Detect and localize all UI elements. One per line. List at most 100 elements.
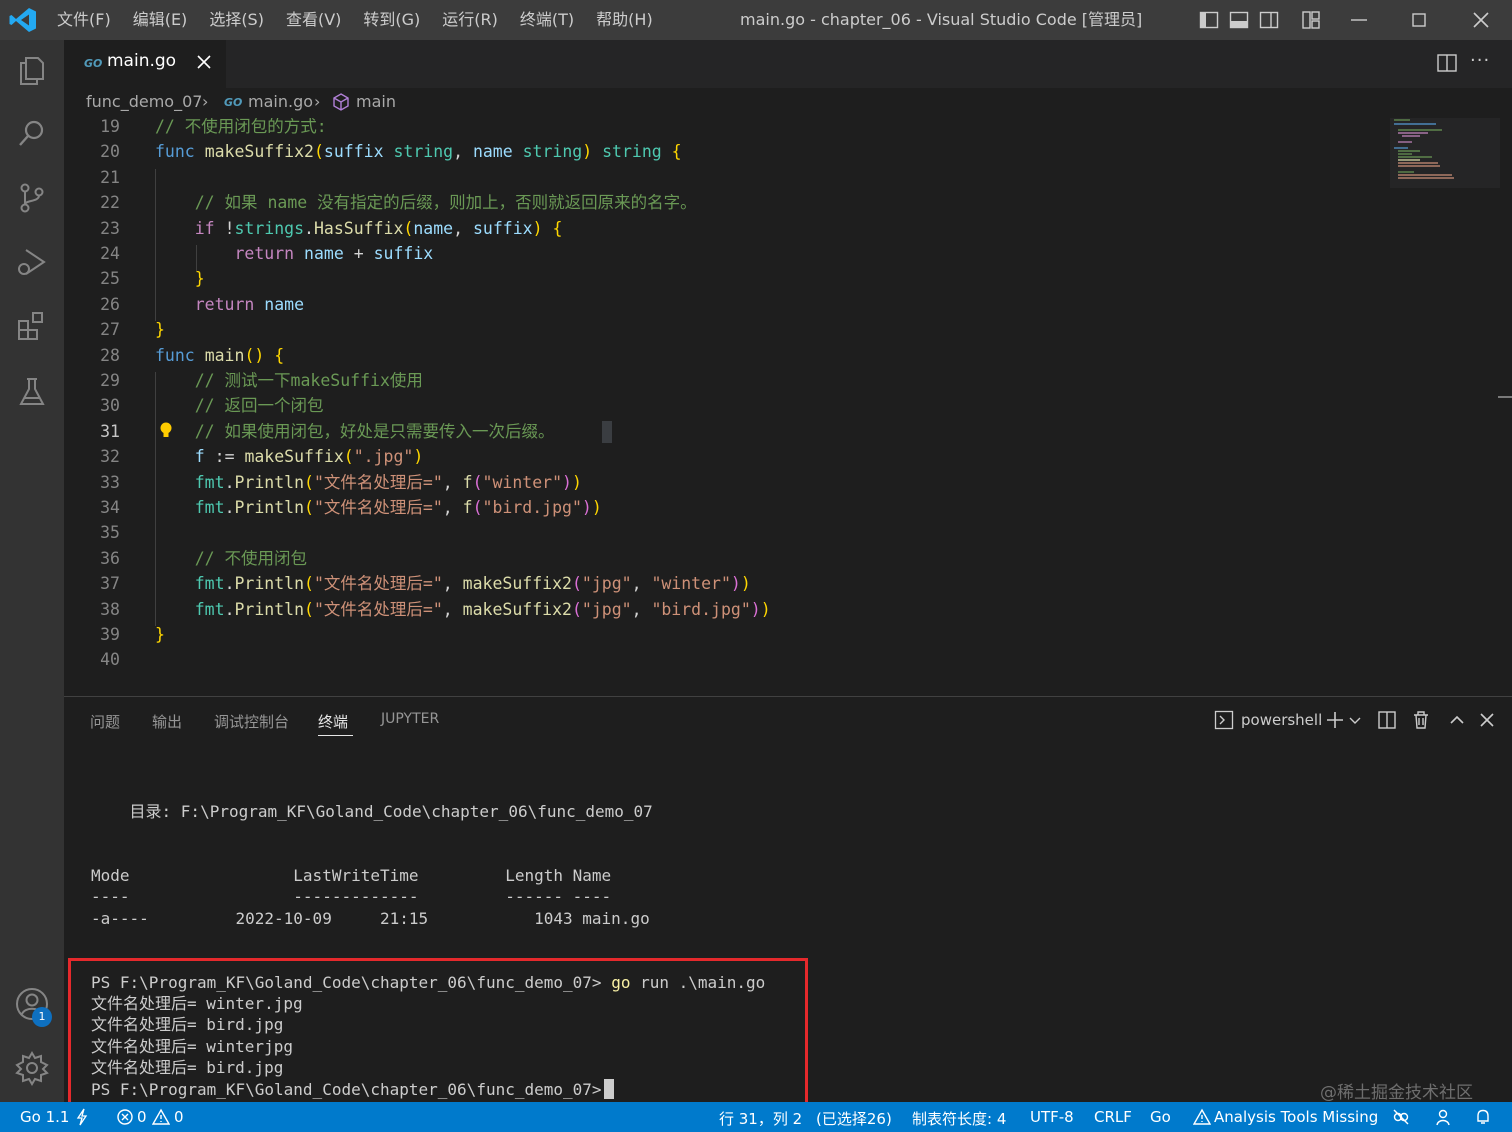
menu-edit[interactable]: 编辑(E) xyxy=(122,0,199,40)
line-number: 31 xyxy=(100,421,120,441)
testing-icon[interactable] xyxy=(14,374,50,410)
copilot-icon[interactable] xyxy=(1392,1108,1410,1126)
breadcrumb-file[interactable]: main.go xyxy=(248,92,313,111)
line-code: // 测试一下makeSuffix使用 xyxy=(194,371,423,390)
extensions-icon[interactable] xyxy=(14,308,50,344)
code-line: 20 func makeSuffix2(suffix string, name s… xyxy=(64,139,1384,164)
scrollbar-marker[interactable] xyxy=(1498,396,1512,398)
status-selection[interactable]: (已选择26) xyxy=(816,1108,892,1129)
split-editor-icon[interactable] xyxy=(1436,52,1458,74)
line-code: fmt.Println("文件名处理后=", makeSuffix2("jpg"… xyxy=(194,574,751,594)
terminal-cursor xyxy=(603,1079,614,1099)
line-code: // 不使用闭包的方式: xyxy=(155,118,327,136)
minimize-icon[interactable] xyxy=(1347,8,1371,32)
status-analysis-tools[interactable]: Analysis Tools Missing xyxy=(1214,1108,1378,1126)
error-icon xyxy=(117,1109,133,1125)
close-window-icon[interactable] xyxy=(1469,8,1493,32)
line-number: 35 xyxy=(100,523,120,543)
status-tab-size[interactable]: 制表符长度: 4 xyxy=(912,1108,1006,1129)
code-line: 37 fmt.Println("文件名处理后=", makeSuffix2("j… xyxy=(64,571,1384,596)
tab-problems[interactable]: 问题 xyxy=(90,711,120,732)
tab-debug-console[interactable]: 调试控制台 xyxy=(214,711,289,732)
toggle-primary-sidebar-icon[interactable] xyxy=(1199,10,1219,30)
split-terminal-icon[interactable] xyxy=(1376,709,1398,731)
menu-run[interactable]: 运行(R) xyxy=(431,0,509,40)
breadcrumb-symbol[interactable]: main xyxy=(356,92,396,111)
line-number: 26 xyxy=(100,294,120,314)
settings-gear-icon[interactable] xyxy=(14,1050,50,1086)
terminal-command-go: go xyxy=(611,973,631,992)
line-code: // 不使用闭包 xyxy=(194,548,308,568)
line-code: // 返回一个闭包 xyxy=(194,396,324,416)
lightbulb-icon[interactable] xyxy=(158,421,174,441)
maximize-panel-icon[interactable] xyxy=(1446,709,1468,731)
source-control-icon[interactable] xyxy=(14,180,50,216)
line-code: } xyxy=(194,269,205,289)
activity-bar xyxy=(0,40,64,1102)
trash-icon[interactable] xyxy=(1410,709,1432,731)
notifications-bell-icon[interactable] xyxy=(1474,1108,1492,1126)
new-terminal-icon[interactable] xyxy=(1324,709,1346,731)
line-number: 25 xyxy=(100,269,120,289)
status-language[interactable]: Go xyxy=(1150,1108,1171,1126)
symbol-method-icon xyxy=(333,93,349,111)
line-code: } xyxy=(155,625,165,644)
tab-jupyter[interactable]: JUPYTER xyxy=(381,711,439,727)
toggle-secondary-sidebar-icon[interactable] xyxy=(1259,10,1279,30)
code-line: 23 if !strings.HasSuffix(name, suffix) { xyxy=(64,216,1384,241)
run-debug-icon[interactable] xyxy=(14,244,50,280)
tab-close-icon[interactable] xyxy=(194,52,214,72)
status-go-version[interactable]: Go 1.1 xyxy=(20,1108,69,1126)
line-number: 30 xyxy=(100,396,120,416)
line-code: func makeSuffix2(suffix string, name str… xyxy=(155,142,682,162)
minimap[interactable] xyxy=(1390,118,1500,198)
status-encoding[interactable]: UTF-8 xyxy=(1030,1108,1074,1126)
tab-main-go[interactable]: GO main.go xyxy=(64,40,226,88)
status-errors[interactable]: 0 xyxy=(137,1108,147,1126)
menu-help[interactable]: 帮助(H) xyxy=(585,0,664,40)
customize-layout-icon[interactable] xyxy=(1301,10,1321,30)
menu-terminal[interactable]: 终端(T) xyxy=(509,0,585,40)
lightning-icon xyxy=(76,1108,88,1126)
code-line: 28 func main() { xyxy=(64,343,1384,368)
tab-label: main.go xyxy=(107,51,177,71)
line-code: func main() { xyxy=(155,345,285,365)
terminal-output-line: 文件名处理后= bird.jpg xyxy=(91,1058,284,1077)
status-eol[interactable]: CRLF xyxy=(1094,1108,1132,1126)
chevron-down-icon[interactable] xyxy=(1348,709,1362,731)
tab-terminal[interactable]: 终端 xyxy=(318,711,348,732)
menu-go[interactable]: 转到(G) xyxy=(352,0,431,40)
watermark: @稀土掘金技术社区 xyxy=(1320,1083,1473,1103)
explorer-icon[interactable] xyxy=(14,52,50,88)
warning-icon xyxy=(152,1108,170,1125)
code-editor[interactable]: 19 // 不使用闭包的方式: 20 func makeSuffix2(suffix … xyxy=(64,118,1512,696)
menu-bar: 文件(F) 编辑(E) 选择(S) 查看(V) 转到(G) 运行(R) 终端(T… xyxy=(46,0,664,40)
status-warnings[interactable]: 0 xyxy=(174,1108,184,1126)
code-line: 35 xyxy=(64,520,1384,545)
search-icon[interactable] xyxy=(14,116,50,152)
close-panel-icon[interactable] xyxy=(1476,709,1498,731)
maximize-icon[interactable] xyxy=(1407,8,1431,32)
menu-file[interactable]: 文件(F) xyxy=(46,0,122,40)
line-number: 29 xyxy=(100,371,120,390)
menu-selection[interactable]: 选择(S) xyxy=(198,0,275,40)
breadcrumb-separator-icon: › xyxy=(314,92,321,111)
terminal-prompt: PS F:\Program_KF\Goland_Code\chapter_06\… xyxy=(91,1080,602,1099)
code-line: 25 } xyxy=(64,266,1384,291)
more-actions-icon[interactable]: ··· xyxy=(1470,50,1490,71)
line-number: 24 xyxy=(100,244,120,263)
feedback-icon[interactable] xyxy=(1434,1108,1452,1126)
menu-view[interactable]: 查看(V) xyxy=(275,0,352,40)
line-number: 32 xyxy=(100,447,120,467)
code-line: 38 fmt.Println("文件名处理后=", makeSuffix2("j… xyxy=(64,597,1384,622)
terminal-shell-label[interactable]: powershell xyxy=(1241,711,1322,729)
code-line: 19 // 不使用闭包的方式: xyxy=(64,118,1384,139)
tab-output[interactable]: 输出 xyxy=(152,711,182,732)
breadcrumb-folder[interactable]: func_demo_07 xyxy=(86,92,202,111)
line-number: 19 xyxy=(100,118,120,136)
toggle-panel-icon[interactable] xyxy=(1229,10,1249,30)
terminal-output-line: 文件名处理后= winterjpg xyxy=(91,1037,293,1056)
status-cursor-position[interactable]: 行 31，列 2 xyxy=(719,1108,802,1129)
line-number: 39 xyxy=(100,625,120,644)
warning-icon xyxy=(1193,1108,1211,1125)
